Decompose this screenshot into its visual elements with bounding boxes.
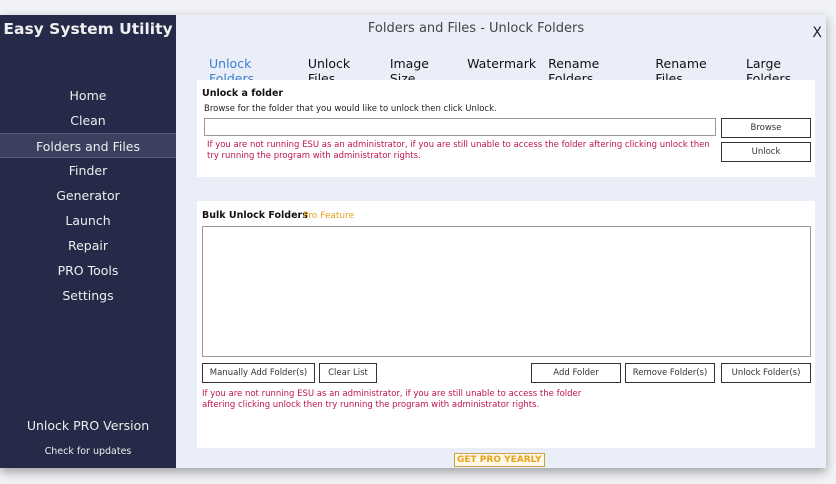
folder-path-input[interactable]: [204, 118, 716, 136]
add-folder-button[interactable]: Add Folder: [531, 363, 621, 383]
bulk-admin-warning-line1: If you are not running ESU as an adminis…: [202, 389, 582, 399]
window-title: Folders and Files - Unlock Folders: [367, 21, 585, 36]
sidebar-item-clean[interactable]: Clean: [0, 108, 176, 133]
unlock-folders-button[interactable]: Unlock Folder(s): [721, 363, 811, 383]
clear-list-button[interactable]: Clear List: [319, 363, 377, 383]
unlock-pro-link[interactable]: Unlock PRO Version: [0, 418, 176, 433]
unlock-folder-heading: Unlock a folder: [202, 88, 284, 99]
remove-folders-button[interactable]: Remove Folder(s): [625, 363, 715, 383]
app-title: Easy System Utility: [3, 20, 173, 38]
sidebar-item-pro-tools[interactable]: PRO Tools: [0, 258, 176, 283]
close-button[interactable]: X: [812, 25, 822, 41]
sidebar-item-folders-and-files[interactable]: Folders and Files: [0, 133, 176, 158]
get-pro-yearly-button[interactable]: GET PRO YEARLY: [454, 453, 545, 467]
sidebar-item-settings[interactable]: Settings: [0, 283, 176, 308]
check-updates-link[interactable]: Check for updates: [0, 446, 176, 457]
sidebar-item-home[interactable]: Home: [0, 83, 176, 108]
sidebar-item-launch[interactable]: Launch: [0, 208, 176, 233]
bulk-folder-list[interactable]: [202, 226, 811, 357]
unlock-instructions: Browse for the folder that you would lik…: [204, 104, 497, 114]
app-window: Easy System Utility Home Clean Folders a…: [0, 15, 826, 468]
sidebar-nav: Home Clean Folders and Files Finder Gene…: [0, 83, 176, 308]
sidebar-item-finder[interactable]: Finder: [0, 158, 176, 183]
sidebar-item-repair[interactable]: Repair: [0, 233, 176, 258]
browse-button[interactable]: Browse: [721, 118, 811, 138]
bulk-admin-warning-line2: aftering clicking unlock then try runnin…: [202, 400, 540, 410]
admin-warning: If you are not running ESU as an adminis…: [207, 140, 710, 161]
sidebar-item-generator[interactable]: Generator: [0, 183, 176, 208]
pro-feature-badge: Pro Feature: [303, 211, 355, 221]
unlock-folder-panel: Unlock a folder Browse for the folder th…: [197, 80, 815, 177]
bulk-unlock-heading: Bulk Unlock Folders: [202, 210, 308, 221]
manually-add-folders-button[interactable]: Manually Add Folder(s): [202, 363, 315, 383]
unlock-button[interactable]: Unlock: [721, 142, 811, 162]
sidebar: Easy System Utility Home Clean Folders a…: [0, 15, 176, 468]
bulk-unlock-panel: Bulk Unlock Folders Pro Feature Manually…: [197, 201, 815, 448]
